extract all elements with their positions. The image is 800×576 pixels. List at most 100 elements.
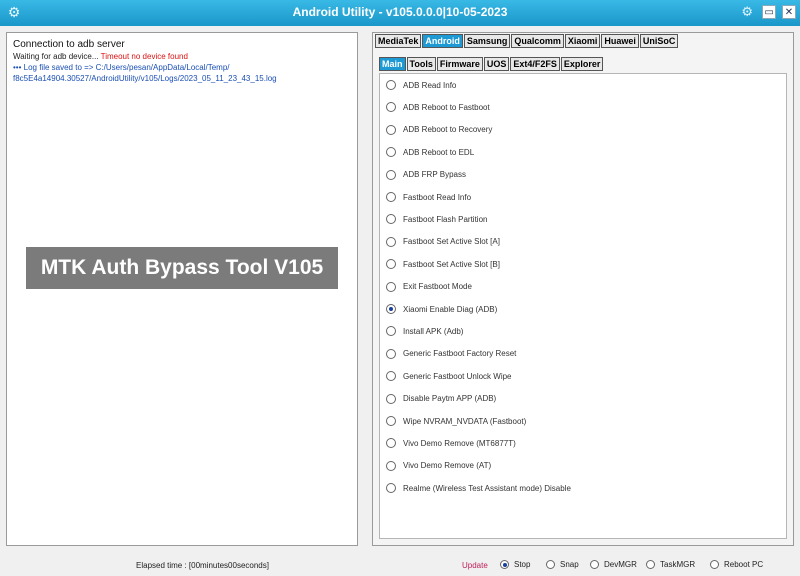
log-waiting-text: Waiting for adb device... <box>13 52 99 61</box>
option-radio[interactable] <box>386 416 396 426</box>
option-label: Vivo Demo Remove (AT) <box>403 461 492 471</box>
option-fastboot-read-info[interactable]: Fastboot Read Info <box>386 192 471 206</box>
log-line-connection: Connection to adb server <box>13 39 125 50</box>
option-radio[interactable] <box>386 102 396 113</box>
tab-unisoc[interactable]: UniSoC <box>639 34 679 48</box>
minimize-button[interactable]: ▭ <box>762 5 777 19</box>
close-button[interactable]: ✕ <box>782 5 796 19</box>
option-adb-frp-bypass[interactable]: ADB FRP Bypass <box>386 169 466 184</box>
subtab-firmware[interactable]: Firmware <box>436 57 483 71</box>
option-radio[interactable] <box>386 259 396 270</box>
status-option-stop[interactable]: Stop <box>500 560 531 570</box>
android-subtabs: Main Tools Firmware UOS Ext4/F2FS Explorer <box>379 57 604 71</box>
option-radio[interactable] <box>386 326 396 337</box>
option-fastboot-set-active-slot-a[interactable]: Fastboot Set Active Slot [A] <box>386 236 500 251</box>
status-radio[interactable] <box>646 560 655 570</box>
title-bar: ⚙ Android Utility - v105.0.0.0|10-05-202… <box>0 0 800 26</box>
option-label: ADB FRP Bypass <box>403 170 466 180</box>
option-generic-fastboot-factory-reset[interactable]: Generic Fastboot Factory Reset <box>386 348 517 363</box>
log-line-saved: ••• Log file saved to => C:/Users/pesan/… <box>13 63 230 72</box>
brand-tabs: MediaTek Android Samsung Qualcomm Xiaomi Huaw… <box>375 34 679 48</box>
option-label: Fastboot Flash Partition <box>403 214 488 224</box>
option-realme-wireless-test-assistant-mode-disable[interactable]: Realme (Wireless Test Assistant mode) Di… <box>386 483 571 497</box>
option-label: Vivo Demo Remove (MT6877T) <box>403 438 516 448</box>
option-radio[interactable] <box>386 80 396 90</box>
option-label: ADB Reboot to Recovery <box>403 125 493 135</box>
status-option-label: Stop <box>514 560 531 570</box>
subtab-uos[interactable]: UOS <box>483 57 510 71</box>
option-radio[interactable] <box>386 192 396 202</box>
operations-list: ADB Read Info ADB Reboot to Fastboot ADB R… <box>379 73 787 539</box>
status-radio[interactable] <box>590 560 599 570</box>
status-option-label: TaskMGR <box>660 560 696 570</box>
option-radio[interactable] <box>386 393 396 404</box>
status-bar: Elapsed time : [00minutes00seconds] Upda… <box>0 558 800 576</box>
option-radio[interactable] <box>386 460 396 471</box>
option-radio[interactable] <box>386 214 396 225</box>
option-label: Fastboot Set Active Slot [A] <box>403 237 500 247</box>
option-disable-paytm-app-adb[interactable]: Disable Paytm APP (ADB) <box>386 393 497 408</box>
status-option-label: Reboot PC <box>724 560 764 570</box>
option-fastboot-set-active-slot-b[interactable]: Fastboot Set Active Slot [B] <box>386 259 500 273</box>
watermark-banner: MTK Auth Bypass Tool V105 <box>26 247 338 289</box>
option-adb-reboot-to-fastboot[interactable]: ADB Reboot to Fastboot <box>386 102 490 116</box>
option-label: Generic Fastboot Unlock Wipe <box>403 371 512 381</box>
option-adb-reboot-to-edl[interactable]: ADB Reboot to EDL <box>386 147 474 161</box>
status-option-snap[interactable]: Snap <box>546 560 579 570</box>
option-radio[interactable] <box>386 147 396 158</box>
option-label: ADB Reboot to Fastboot <box>403 102 490 112</box>
option-radio[interactable] <box>386 281 396 292</box>
option-xiaomi-enable-diag-adb[interactable]: Xiaomi Enable Diag (ADB) <box>386 304 497 318</box>
option-label: Generic Fastboot Factory Reset <box>403 349 517 359</box>
option-vivo-demo-remove-mt6877t[interactable]: Vivo Demo Remove (MT6877T) <box>386 438 516 452</box>
option-radio[interactable] <box>386 169 396 180</box>
status-radio[interactable] <box>500 560 509 570</box>
tab-android[interactable]: Android <box>422 34 463 48</box>
subtab-tools[interactable]: Tools <box>406 57 436 71</box>
tab-huawei[interactable]: Huawei <box>601 34 639 48</box>
operations-panel: MediaTek Android Samsung Qualcomm Xiaomi Huaw… <box>372 32 794 546</box>
status-radio[interactable] <box>546 560 555 570</box>
tab-samsung[interactable]: Samsung <box>463 34 511 48</box>
option-wipe-nvram-nvdata-fastboot[interactable]: Wipe NVRAM_NVDATA (Fastboot) <box>386 416 526 430</box>
option-label: Wipe NVRAM_NVDATA (Fastboot) <box>403 416 527 426</box>
option-adb-read-info[interactable]: ADB Read Info <box>386 80 456 94</box>
log-line-path: f8c5E4a14904.30527/AndroidUtility/v105/L… <box>13 74 277 83</box>
status-option-devmgr[interactable]: DevMGR <box>590 560 637 570</box>
option-label: Disable Paytm APP (ADB) <box>403 394 497 404</box>
option-label: Install APK (Adb) <box>403 326 464 336</box>
update-link[interactable]: Update <box>462 561 488 570</box>
option-radio[interactable] <box>386 124 396 135</box>
tab-qualcomm[interactable]: Qualcomm <box>511 34 564 48</box>
status-radio[interactable] <box>710 560 719 570</box>
option-radio[interactable] <box>386 371 396 382</box>
option-radio[interactable] <box>386 348 396 359</box>
subtab-main[interactable]: Main <box>379 57 406 71</box>
option-radio[interactable] <box>386 304 396 314</box>
status-option-reboot-pc[interactable]: Reboot PC <box>710 560 764 570</box>
option-exit-fastboot-mode[interactable]: Exit Fastboot Mode <box>386 281 472 296</box>
option-vivo-demo-remove-at[interactable]: Vivo Demo Remove (AT) <box>386 460 492 475</box>
option-adb-reboot-to-recovery[interactable]: ADB Reboot to Recovery <box>386 124 493 139</box>
log-panel[interactable]: Connection to adb server Waiting for adb… <box>6 32 358 546</box>
option-radio[interactable] <box>386 483 396 494</box>
window-controls: ⚙ ▭ ✕ <box>738 5 796 21</box>
status-option-label: DevMGR <box>604 560 637 570</box>
option-radio[interactable] <box>386 236 396 247</box>
option-generic-fastboot-unlock-wipe[interactable]: Generic Fastboot Unlock Wipe <box>386 371 512 385</box>
option-label: Fastboot Read Info <box>403 192 472 202</box>
option-install-apk-adb[interactable]: Install APK (Adb) <box>386 326 463 340</box>
log-error-text: Timeout no device found <box>100 52 188 61</box>
option-radio[interactable] <box>386 438 396 449</box>
subtab-explorer[interactable]: Explorer <box>560 57 604 71</box>
option-label: Exit Fastboot Mode <box>403 282 472 292</box>
option-label: Xiaomi Enable Diag (ADB) <box>403 304 498 314</box>
subtab-ext4-f2fs[interactable]: Ext4/F2FS <box>510 57 560 71</box>
option-label: ADB Read Info <box>403 80 457 90</box>
tab-mediatek[interactable]: MediaTek <box>375 34 422 48</box>
android-robot-icon[interactable]: ⚙ <box>738 5 756 21</box>
option-fastboot-flash-partition[interactable]: Fastboot Flash Partition <box>386 214 487 228</box>
status-option-taskmgr[interactable]: TaskMGR <box>646 560 696 570</box>
elapsed-time: Elapsed time : [00minutes00seconds] <box>136 561 269 570</box>
tab-xiaomi[interactable]: Xiaomi <box>564 34 601 48</box>
